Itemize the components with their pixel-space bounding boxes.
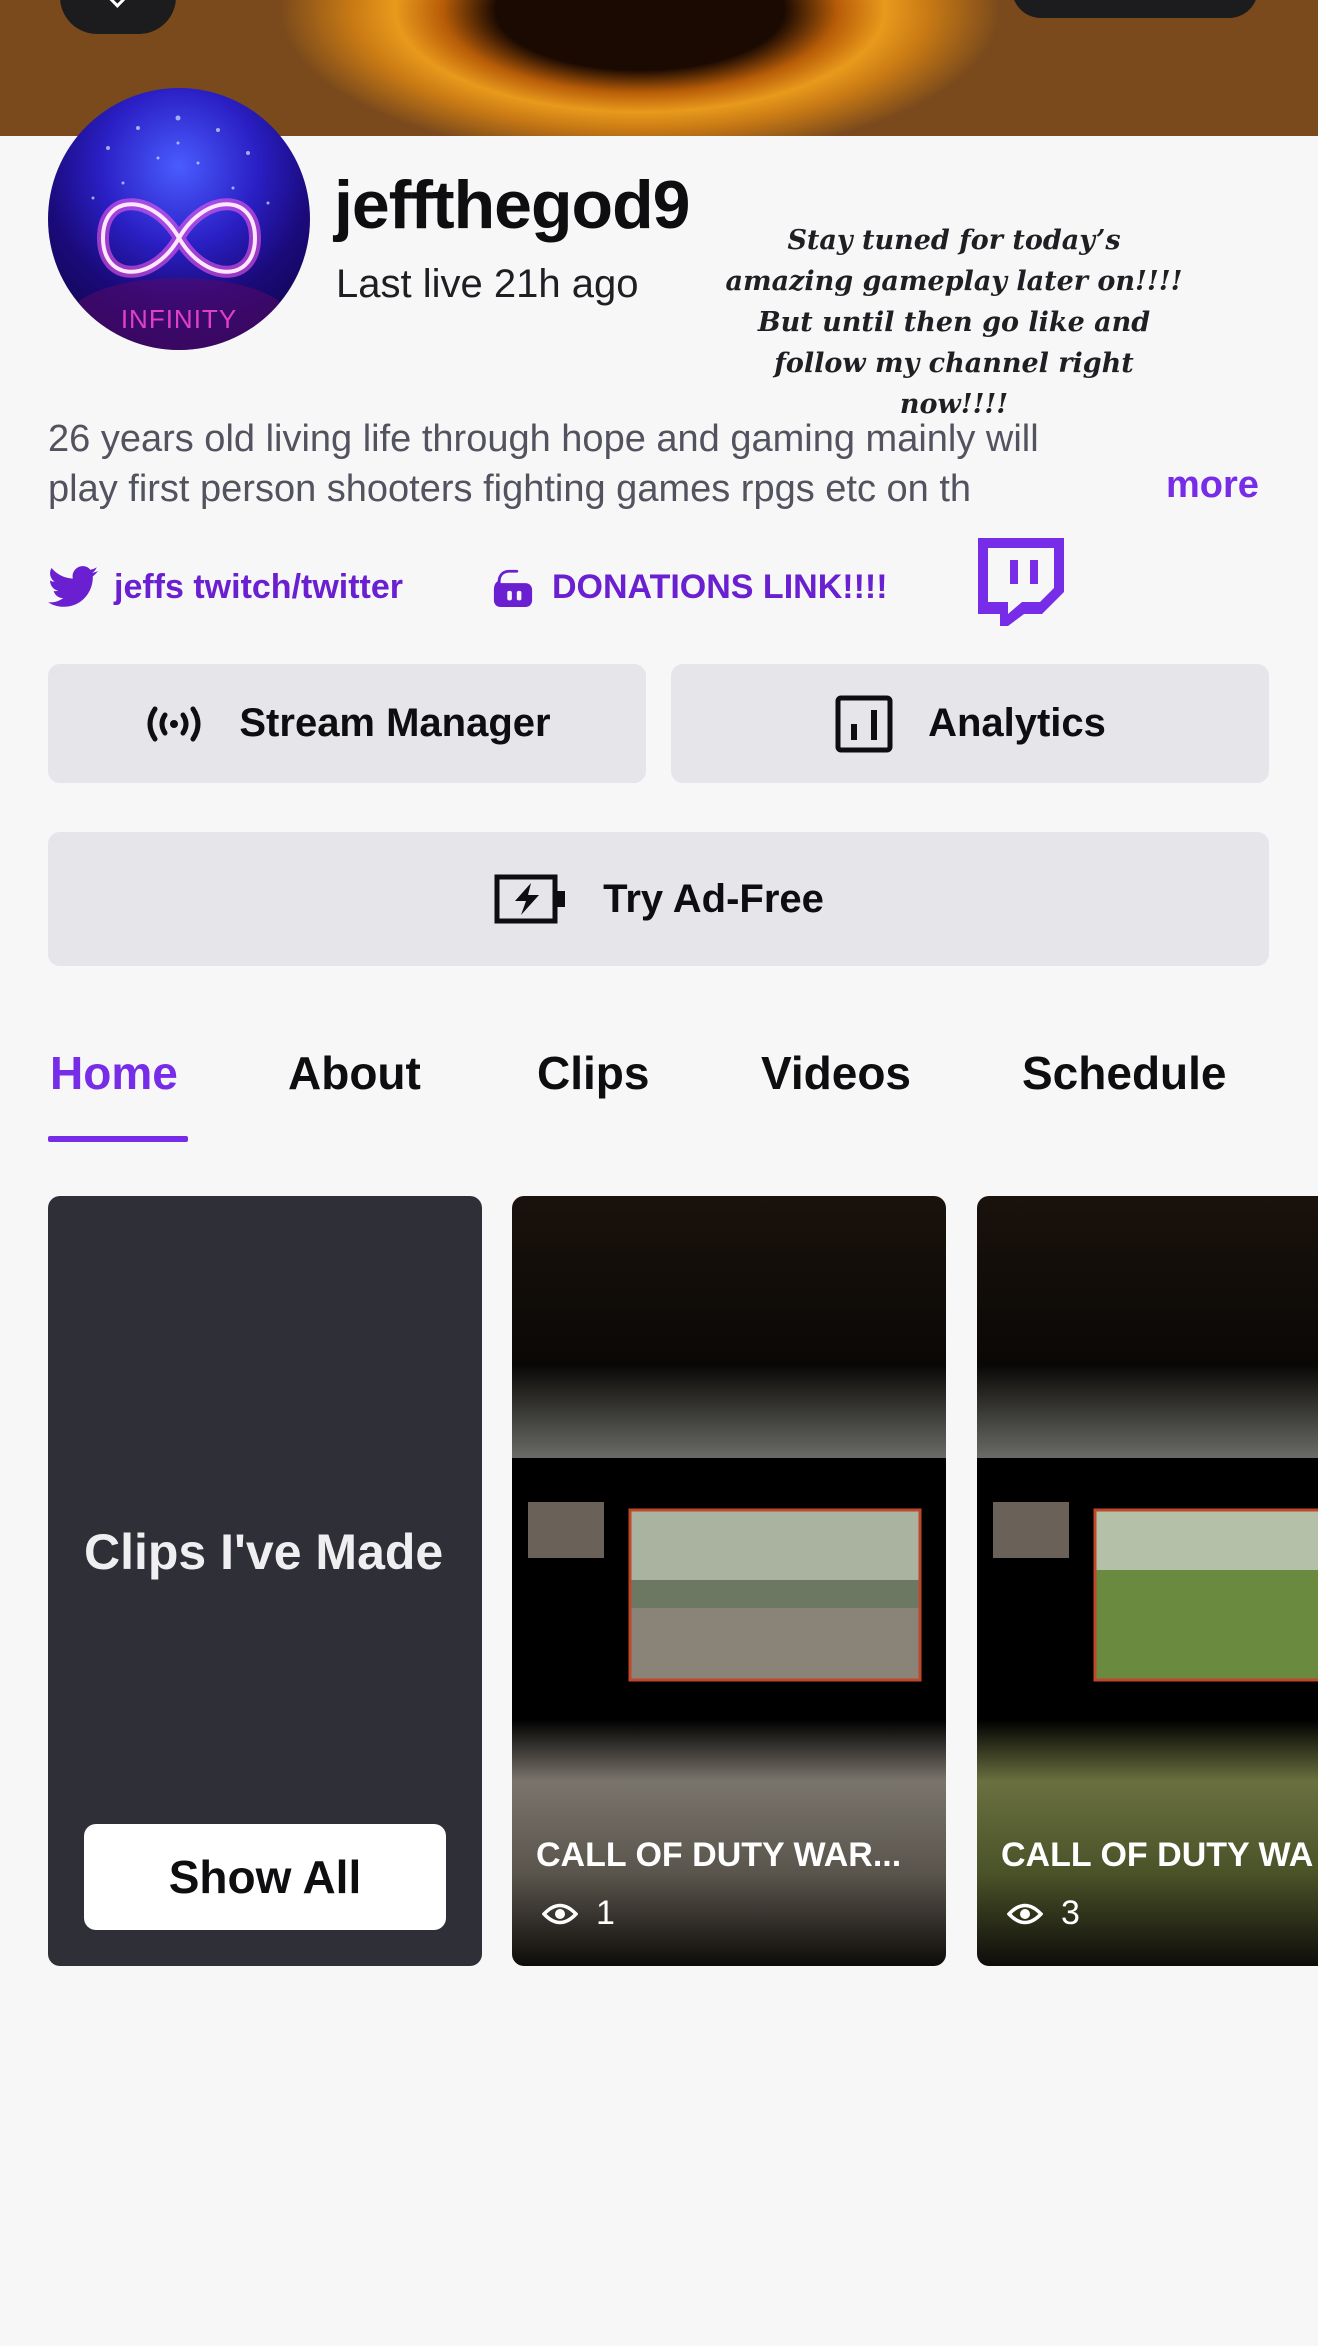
view-count: 1 xyxy=(596,1894,615,1932)
stream-manager-button[interactable]: Stream Manager xyxy=(48,664,646,783)
clip-screenshot xyxy=(512,1458,946,1704)
broadcast-icon xyxy=(143,703,205,745)
eye-icon xyxy=(1007,1901,1043,1927)
last-live-status: Last live 21h ago xyxy=(336,262,639,306)
channel-bio: 26 years old living life through hope an… xyxy=(48,414,1268,514)
banner-action-button[interactable] xyxy=(1012,0,1258,18)
analytics-icon xyxy=(834,694,894,754)
streamlabs-icon xyxy=(490,566,536,608)
clip-view-count: 1 xyxy=(542,1894,615,1933)
eye-icon xyxy=(542,1901,578,1927)
view-count: 3 xyxy=(1061,1894,1080,1932)
analytics-label: Analytics xyxy=(928,701,1106,745)
tab-clips[interactable]: Clips xyxy=(537,1046,649,1100)
bio-line: 26 years old living life through hope an… xyxy=(48,418,1039,460)
stream-manager-label: Stream Manager xyxy=(239,701,551,745)
bio-more-link[interactable]: more xyxy=(1166,464,1259,507)
channel-avatar[interactable]: INFINITY xyxy=(48,88,310,350)
social-link-donations[interactable]: DONATIONS LINK!!!! xyxy=(490,566,888,608)
analytics-button[interactable]: Analytics xyxy=(671,664,1269,783)
clip-title: CALL OF DUTY WA xyxy=(1001,1836,1314,1874)
clip-view-count: 3 xyxy=(1007,1894,1080,1933)
clip-card[interactable]: CALL OF DUTY WA 3 xyxy=(977,1196,1318,1966)
social-link-label: jeffs twitch/twitter xyxy=(114,567,404,606)
social-link-twitter[interactable]: jeffs twitch/twitter xyxy=(48,566,403,608)
avatar-label: INFINITY xyxy=(120,304,238,334)
battery-bolt-icon xyxy=(493,871,569,927)
twitch-logo-icon[interactable] xyxy=(978,538,1064,631)
try-ad-free-label: Try Ad-Free xyxy=(603,876,824,921)
tab-about[interactable]: About xyxy=(288,1046,421,1100)
tab-videos[interactable]: Videos xyxy=(761,1046,911,1100)
chevron-icon xyxy=(108,0,131,8)
bio-line: play first person shooters fighting game… xyxy=(48,468,972,510)
promo-text: Stay tuned for today’s amazing gameplay … xyxy=(725,225,1183,420)
social-link-label: DONATIONS LINK!!!! xyxy=(552,567,888,606)
tab-home[interactable]: Home xyxy=(50,1046,178,1100)
clip-title: CALL OF DUTY WAR... xyxy=(536,1836,902,1874)
clip-card[interactable]: CALL OF DUTY WAR... 1 xyxy=(512,1196,946,1966)
try-ad-free-button[interactable]: Try Ad-Free xyxy=(48,832,1269,966)
channel-name: jeffthegod9 xyxy=(334,167,690,243)
clips-section-title: Clips I've Made xyxy=(84,1524,444,1580)
clip-screenshot xyxy=(977,1458,1318,1704)
twitter-bird-icon xyxy=(48,566,98,608)
show-all-button[interactable]: Show All xyxy=(84,1824,446,1930)
active-tab-indicator xyxy=(48,1136,188,1142)
tab-schedule[interactable]: Schedule xyxy=(1022,1046,1227,1100)
back-button[interactable] xyxy=(60,0,176,34)
clips-section-card: Clips I've Made Show All xyxy=(48,1196,482,1966)
